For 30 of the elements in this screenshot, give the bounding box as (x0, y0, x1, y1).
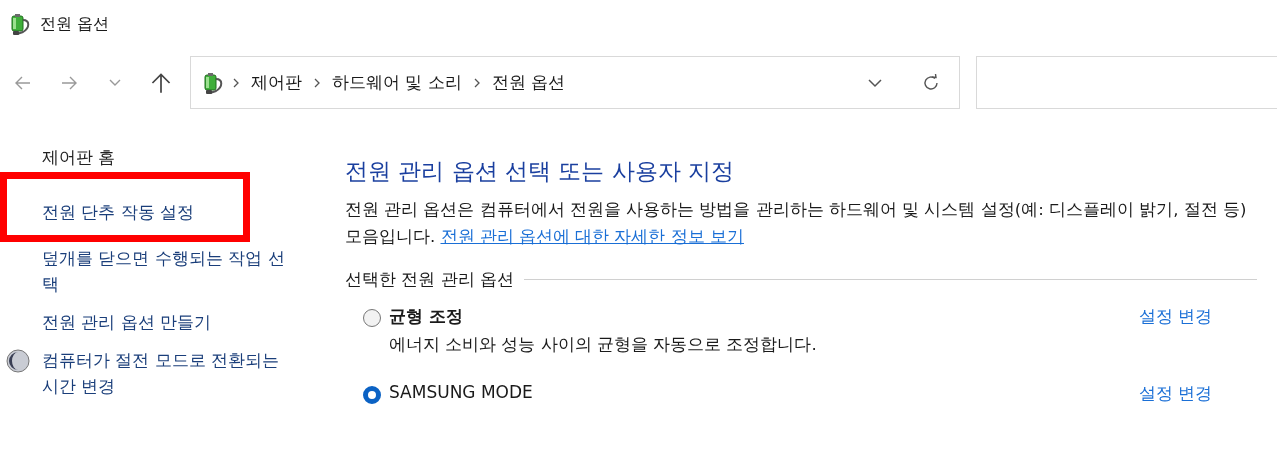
plan-name: 균형 조정 (389, 305, 464, 328)
change-settings-link[interactable]: 설정 변경 (1138, 305, 1257, 328)
moon-icon (6, 349, 30, 373)
window-title: 전원 옵션 (40, 13, 110, 35)
radio-button[interactable] (363, 309, 381, 327)
breadcrumb[interactable]: 하드웨어 및 소리 (328, 71, 466, 94)
description-text: 전원 관리 옵션은 컴퓨터에서 전원을 사용하는 방법을 관리하는 하드웨어 및 시스템 설정(예: 디스플레이 밝기, 절전 등) 모음입니다. 전원 관리 옵션에 대한 자세한 정보 보기 (345, 199, 1248, 248)
page-heading: 전원 관리 옵션 선택 또는 사용자 지정 (345, 157, 735, 186)
battery-plug-icon (201, 70, 225, 95)
breadcrumb[interactable]: 전원 옵션 (487, 71, 570, 94)
chevron-down-icon (109, 79, 121, 86)
breadcrumb[interactable]: 제어판 (247, 71, 306, 94)
up-arrow-icon (150, 71, 172, 94)
search-field[interactable] (976, 56, 1277, 109)
plan-description: 에너지 소비와 성능 사이의 균형을 자동으로 조정합니다. (389, 334, 818, 356)
refresh-icon (921, 72, 941, 93)
info-link[interactable]: 전원 관리 옵션에 대한 자세한 정보 보기 (440, 227, 744, 246)
sidebar-link[interactable]: 전원 관리 옵션 만들기 (42, 309, 212, 335)
address-bar[interactable]: 제어판 하드웨어 및 소리 전원 옵션 (190, 56, 960, 109)
sidebar-link[interactable]: 전원 단추 작동 설정 (42, 199, 195, 225)
sidebar-link[interactable]: 컴퓨터가 절전 모드로 전환되는 시간 변경 (42, 347, 286, 399)
radio-button[interactable] (363, 386, 381, 404)
chevron-icon (312, 77, 322, 88)
group-label: 선택한 전원 관리 옵션 (345, 268, 515, 291)
chevron-icon (231, 77, 241, 88)
home-link[interactable]: 제어판 홈 (42, 144, 116, 170)
battery-plug-icon (8, 12, 32, 36)
change-settings-link[interactable]: 설정 변경 (1138, 382, 1257, 405)
plan-name: SAMSUNG MODE (389, 382, 534, 404)
sidebar-link[interactable]: 덮개를 닫으면 수행되는 작업 선택 (42, 245, 286, 297)
